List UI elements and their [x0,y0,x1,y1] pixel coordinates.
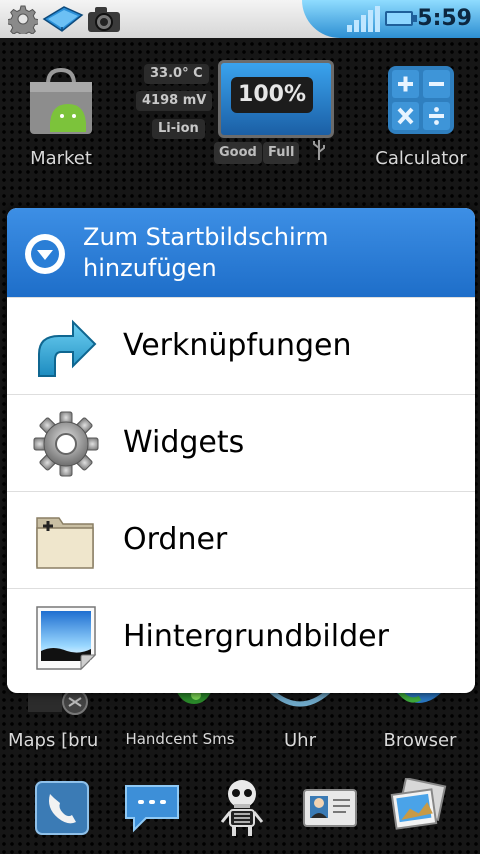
battery-level-meter: 100% [218,60,334,138]
browser-globe-icon [394,690,444,703]
skeleton-icon [220,780,264,836]
phone-icon [35,781,89,835]
add-to-home-dialog: Zum Startbildschirm hinzufügen Verknüpfu… [7,208,475,693]
market-app[interactable] [28,64,94,136]
app-label-browser: Browser [383,730,457,751]
camera-icon [88,7,120,32]
widget-gear-icon [33,411,99,477]
dock-contacts[interactable] [300,778,360,838]
battery-health: Good [214,142,262,164]
option-widgets[interactable]: Widgets [7,394,475,491]
calculator-app[interactable] [386,64,456,136]
contacts-icon [303,789,357,827]
status-time: 5:59 [417,6,472,31]
folder-icon [36,517,94,569]
option-wallpapers[interactable]: Hintergrundbilder [7,588,475,685]
dock-skeleton[interactable] [212,778,272,838]
app-label-handcent-sms: Handcent Sms [125,730,235,748]
battery-status: Full [263,142,300,164]
option-shortcuts[interactable]: Verknüpfungen [7,297,475,394]
battery-widget[interactable]: 33.0° C 4198 mV Li-ion 100% Good Full [136,58,338,168]
dropdown-circle-icon [25,234,65,274]
dock-phone[interactable] [32,778,92,838]
app-label-market: Market [30,148,92,169]
app-label-calculator: Calculator [375,148,467,169]
status-bar[interactable]: 5:59 [0,0,480,38]
maps-app[interactable] [28,689,98,718]
option-label-widgets: Widgets [123,425,245,460]
ebook-icon [42,6,84,32]
calculator-icon [388,66,454,134]
battery-type: Li-ion [152,119,205,139]
dialog-title: Zum Startbildschirm hinzufügen [83,223,329,282]
dock-gallery[interactable] [388,777,448,838]
option-label-shortcuts: Verknüpfungen [123,328,352,363]
option-folder[interactable]: Ordner [7,491,475,588]
app-label-maps: Maps [bru [8,730,99,751]
option-label-folder: Ordner [123,522,228,557]
battery-voltage: 4198 mV [136,91,213,111]
battery-percent: 100% [231,77,313,113]
usb-icon [313,140,325,160]
battery-icon [385,11,417,26]
market-bag-icon [30,67,92,134]
messaging-icon [125,785,179,833]
settings-gear-icon [8,5,38,34]
browser-app[interactable] [394,690,444,712]
shortcut-arrow-icon [38,319,97,377]
clock-app[interactable] [268,688,332,710]
option-label-wallpapers: Hintergrundbilder [123,619,389,654]
maps-icon [28,689,88,715]
wallpaper-icon [36,606,97,671]
battery-temperature: 33.0° C [144,64,209,84]
dialog-header: Zum Startbildschirm hinzufügen [7,208,475,297]
signal-bars-icon [347,6,380,32]
clock-icon [268,688,332,707]
gallery-icon [390,777,447,830]
app-label-uhr: Uhr [284,730,316,751]
dock-messaging[interactable] [122,778,182,838]
